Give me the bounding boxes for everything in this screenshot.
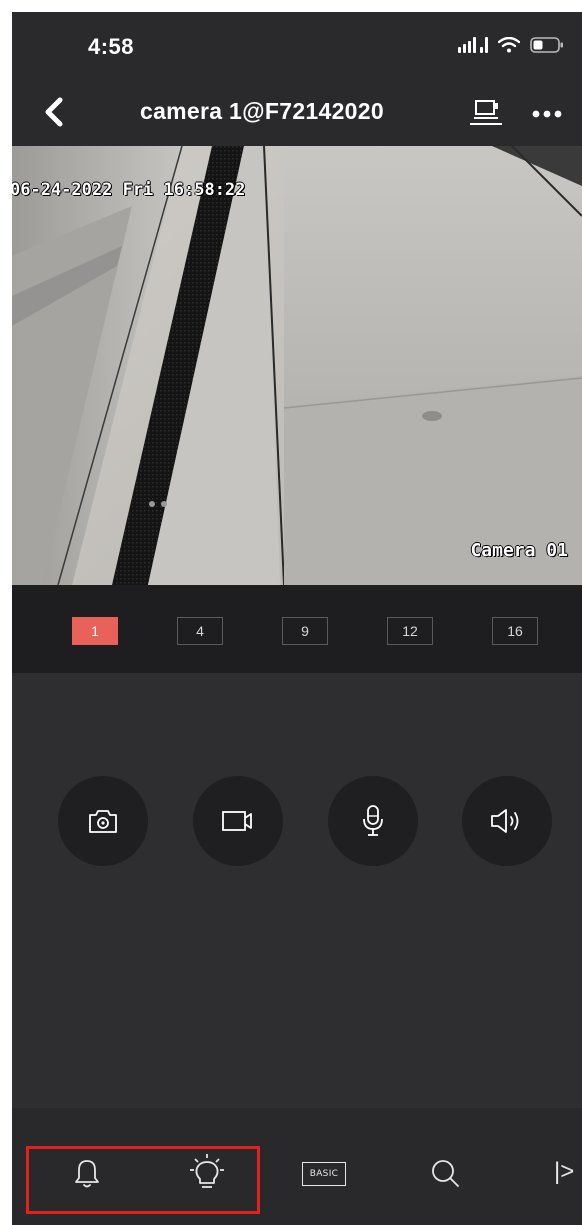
bottom-toolbar: BASIC |> <box>12 1108 582 1225</box>
app-screen: 4:58 camera 1@F72142020 06-24-2022 Fri 1… <box>12 12 582 1225</box>
split-option-1[interactable]: 1 <box>72 617 118 645</box>
camera-icon <box>89 810 117 833</box>
split-screen-selector: 1 4 9 12 16 <box>12 585 582 673</box>
lightbulb-icon[interactable] <box>187 1152 227 1192</box>
video-record-icon <box>222 811 252 831</box>
audio-button[interactable] <box>462 776 552 866</box>
quality-label: BASIC <box>309 1169 339 1179</box>
osd-datetime: 06-24-2022 Fri 16:58:22 <box>12 180 246 200</box>
split-option-9[interactable]: 9 <box>282 617 328 645</box>
quality-basic-button[interactable]: BASIC <box>302 1162 346 1186</box>
ellipsis-icon[interactable] <box>528 104 568 124</box>
split-option-16[interactable]: 16 <box>492 617 538 645</box>
signal-bars-icon <box>458 37 488 53</box>
camera-feed-image <box>12 146 582 585</box>
status-time: 4:58 <box>88 34 135 59</box>
split-option-12[interactable]: 12 <box>387 617 433 645</box>
back-button[interactable] <box>38 94 70 130</box>
record-button[interactable] <box>193 776 283 866</box>
search-icon[interactable] <box>430 1158 460 1188</box>
status-bar: 4:58 <box>12 12 582 78</box>
speaker-icon <box>491 809 519 833</box>
page-title: camera 1@F72142020 <box>140 98 384 124</box>
split-option-4[interactable]: 4 <box>177 617 223 645</box>
wifi-icon <box>498 37 520 53</box>
cast-screen-icon[interactable] <box>466 98 506 128</box>
osd-camera-name: Camera 01 <box>470 540 568 561</box>
more-tools-button[interactable]: |> <box>554 1158 574 1186</box>
nav-bar: camera 1@F72142020 <box>12 78 582 146</box>
bell-icon[interactable] <box>74 1158 100 1190</box>
battery-low-icon <box>530 37 563 53</box>
live-controls <box>12 673 582 1108</box>
screenshot-button[interactable] <box>58 776 148 866</box>
talk-button[interactable] <box>328 776 418 866</box>
status-icons <box>458 36 564 54</box>
camera-live-view[interactable]: 06-24-2022 Fri 16:58:22 Camera 01 <box>12 146 582 585</box>
microphone-icon <box>363 805 383 836</box>
